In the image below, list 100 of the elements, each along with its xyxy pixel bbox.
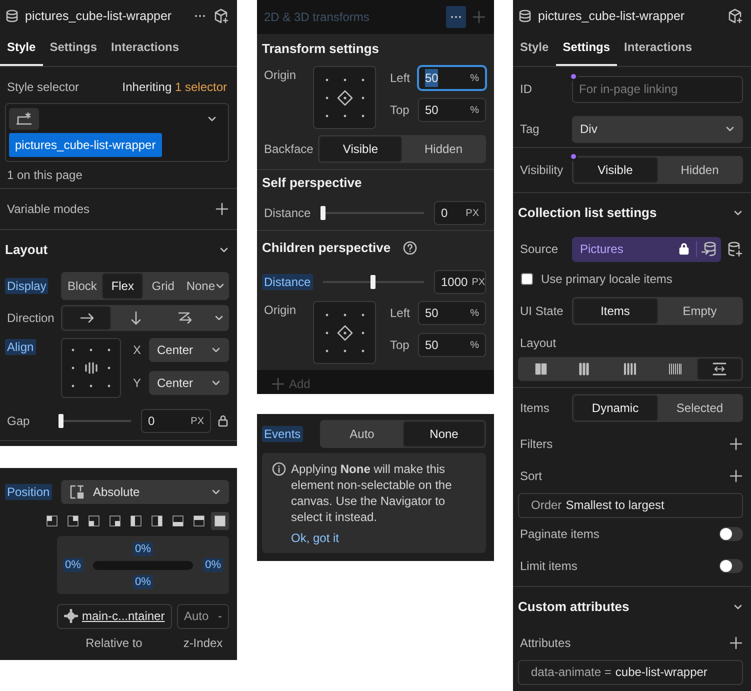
database-sync-icon[interactable] — [701, 241, 717, 257]
lock-icon[interactable] — [217, 414, 229, 428]
database-icon — [518, 9, 532, 23]
attribute-field[interactable]: data-animate = cube-list-wrapper — [518, 660, 743, 684]
segment-option[interactable]: None — [403, 421, 485, 447]
plus-icon[interactable] — [729, 437, 743, 451]
chevron-down-icon[interactable] — [214, 313, 224, 323]
selector-field[interactable]: pictures_cube-list-wrapper — [5, 103, 229, 162]
plus-icon[interactable] — [215, 202, 229, 216]
dismiss-link[interactable]: Ok, got it — [291, 529, 340, 547]
position-dropdown[interactable]: Absolute — [61, 480, 229, 504]
number-field[interactable]: 50 % — [418, 301, 486, 325]
section-title: Collection list settings — [518, 204, 658, 222]
segment-option[interactable]: Selected — [658, 395, 742, 421]
segment-option[interactable]: Auto — [321, 421, 403, 447]
field-label: Distance — [262, 274, 313, 290]
number-field[interactable]: 1000 PX — [434, 270, 486, 294]
number-field[interactable]: 0 PX — [434, 201, 486, 225]
number-field[interactable]: 0 PX — [141, 409, 211, 433]
tab[interactable]: Settings — [42, 32, 104, 66]
field-label: Variable modes — [6, 201, 90, 218]
origin-picker[interactable] — [313, 301, 376, 364]
offset-value[interactable]: 0% — [203, 558, 223, 572]
help-icon[interactable] — [402, 241, 417, 255]
more-button[interactable] — [446, 6, 466, 28]
segment-option[interactable]: Visible — [573, 157, 658, 183]
chevron-down-icon[interactable] — [219, 245, 229, 255]
tab[interactable]: Interactions — [617, 32, 700, 66]
class-chip[interactable]: pictures_cube-list-wrapper — [9, 133, 162, 157]
sort-order-field[interactable]: Order Smallest to largest — [518, 492, 743, 518]
checkbox[interactable] — [521, 273, 533, 285]
cube-add-icon[interactable] — [727, 8, 743, 24]
toggle-switch[interactable] — [719, 559, 743, 573]
slider-thumb[interactable] — [58, 414, 64, 428]
field-label: Align — [5, 339, 36, 355]
offset-value[interactable]: 0% — [133, 542, 153, 556]
info-icon — [272, 462, 286, 476]
layout-option[interactable] — [697, 358, 742, 380]
chevron-down-icon — [211, 378, 221, 388]
number-field[interactable]: 50 % — [418, 66, 486, 90]
direction-option[interactable] — [62, 306, 112, 330]
section-title: Transform settings — [262, 40, 380, 58]
section-title: Self perspective — [262, 174, 363, 192]
slider-thumb[interactable] — [320, 206, 326, 220]
field-label: Left — [389, 305, 412, 322]
alignment-picker[interactable] — [61, 338, 121, 398]
tab[interactable]: Style — [513, 32, 556, 66]
z-index-field[interactable]: Auto - — [177, 604, 229, 628]
section-title: Layout — [5, 241, 49, 260]
plus-icon[interactable] — [729, 636, 743, 650]
number-field[interactable]: 50 % — [418, 98, 486, 122]
inheritance-note: Inheriting 1 selector — [121, 79, 228, 96]
chevron-down-icon[interactable] — [207, 114, 217, 124]
cube-add-icon[interactable] — [213, 8, 229, 24]
notice-text: Applying None will make this element non-selectable on the canvas. Use the Navigator to select it instead. — [291, 461, 453, 525]
segment-option[interactable]: Dynamic — [573, 395, 658, 421]
field-label: Origin — [263, 67, 298, 83]
origin-picker[interactable] — [313, 66, 376, 129]
section-title: Custom attributes — [518, 598, 630, 616]
position-preset-button[interactable] — [211, 512, 229, 530]
position-preset-icon — [193, 515, 205, 527]
slider-thumb[interactable] — [370, 275, 376, 289]
selector-icon-button[interactable] — [9, 108, 39, 130]
offset-value[interactable]: 0% — [133, 574, 153, 588]
segment-option[interactable]: Flex — [102, 273, 143, 299]
source-field[interactable]: Pictures — [572, 236, 721, 262]
toggle-switch[interactable] — [719, 527, 743, 541]
element-title: pictures_cube-list-wrapper — [538, 8, 686, 25]
segment-option[interactable]: Hidden — [658, 157, 742, 183]
section-title: Children perspective — [262, 239, 391, 258]
tag-dropdown[interactable]: Div — [572, 116, 743, 142]
field-label: Top — [389, 337, 410, 354]
tab[interactable]: Interactions — [104, 32, 186, 66]
offset-value[interactable]: 0% — [63, 558, 83, 572]
segment-option[interactable]: Visible — [319, 136, 402, 162]
database-add-icon[interactable] — [727, 241, 743, 257]
plus-icon[interactable] — [729, 469, 743, 483]
segment-option[interactable]: Block — [62, 273, 102, 299]
field-label: Direction — [6, 310, 56, 326]
number-field[interactable]: 50 % — [418, 333, 486, 357]
segment-option[interactable]: None — [183, 273, 228, 299]
tab[interactable]: Settings — [556, 32, 618, 66]
chevron-down-icon[interactable] — [733, 602, 743, 612]
offset-box[interactable]: 0% 0% 0% 0% — [57, 536, 229, 594]
align-dropdown[interactable]: Center — [149, 371, 229, 395]
segment-option[interactable]: Empty — [658, 298, 742, 324]
segment-option[interactable]: Hidden — [402, 136, 485, 162]
id-field[interactable]: For in-page linking — [572, 76, 743, 102]
chevron-down-icon[interactable] — [733, 208, 743, 218]
field-label: Position — [5, 484, 52, 500]
field-label: Source — [519, 241, 560, 257]
field-label: Layout — [519, 335, 558, 352]
position-preset-icon — [172, 515, 184, 527]
segment-option[interactable]: Grid — [142, 273, 184, 299]
field-label: UI State — [519, 303, 564, 319]
segment-option[interactable]: Items — [573, 298, 658, 324]
tab[interactable]: Style — [0, 32, 43, 66]
relative-to-field[interactable]: main-c...ntainer — [57, 604, 172, 628]
align-dropdown[interactable]: Center — [149, 338, 229, 362]
gear-icon — [64, 609, 78, 623]
